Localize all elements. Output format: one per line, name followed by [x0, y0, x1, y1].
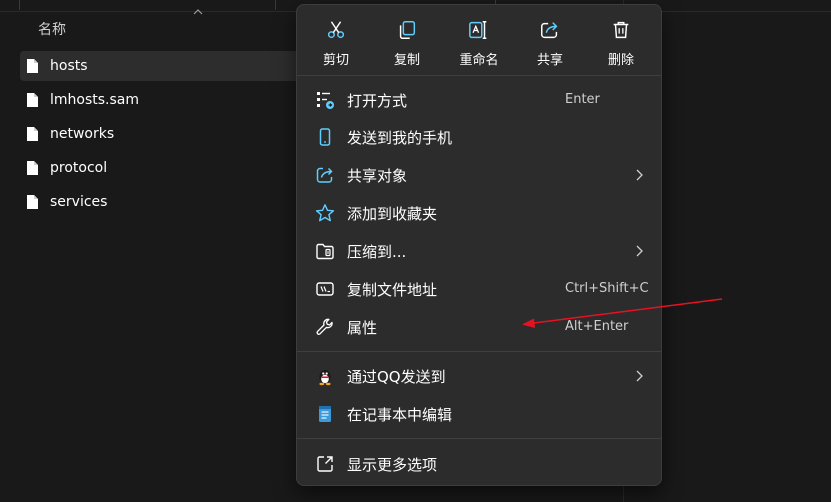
file-row-lmhosts[interactable]: lmhosts.sam	[20, 85, 310, 115]
delete-button[interactable]: 删除	[593, 15, 649, 71]
file-icon	[26, 159, 42, 177]
context-menu: 剪切 复制 重命名 共享 删除 打开方式 Enter 发送到我的手机 共享对象 …	[296, 4, 662, 486]
chevron-right-icon	[636, 169, 643, 181]
menu-item-send-to-phone[interactable]: 发送到我的手机	[301, 119, 657, 155]
share-icon	[316, 167, 333, 183]
menu-item-label: 共享对象	[347, 167, 408, 185]
file-row-networks[interactable]: networks	[20, 119, 310, 149]
menu-item-label: 打开方式	[347, 92, 408, 110]
open-with-icon	[317, 92, 334, 109]
file-icon	[26, 57, 42, 75]
sort-ascending-icon	[193, 9, 203, 15]
file-icon	[26, 125, 42, 143]
chevron-right-icon	[636, 245, 643, 257]
menu-item-shortcut: Alt+Enter	[565, 319, 629, 334]
file-name: networks	[50, 126, 115, 142]
menu-item-label: 通过QQ发送到	[347, 368, 446, 386]
file-row-services[interactable]: services	[20, 187, 310, 217]
menu-item-label: 属性	[347, 319, 378, 337]
rename-icon	[469, 21, 487, 39]
delete-label: 删除	[607, 53, 634, 68]
menu-item-copy-path[interactable]: 复制文件地址 Ctrl+Shift+C	[301, 271, 657, 307]
rename-button[interactable]: 重命名	[451, 15, 507, 71]
column-header-name[interactable]: 名称	[38, 19, 66, 39]
cut-button[interactable]: 剪切	[308, 15, 364, 71]
menu-item-shortcut: Enter	[565, 92, 600, 107]
wrench-icon	[316, 318, 333, 335]
copy-button[interactable]: 复制	[379, 15, 435, 71]
menu-item-compress-to[interactable]: 压缩到...	[301, 233, 657, 269]
menu-item-open-with[interactable]: 打开方式 Enter	[301, 82, 657, 118]
more-options-icon	[317, 456, 333, 472]
rename-label: 重命名	[459, 53, 499, 68]
notepad-icon	[319, 406, 331, 422]
quick-action-bar: 剪切 复制 重命名 共享 删除	[297, 5, 661, 75]
menu-separator	[297, 75, 661, 76]
file-name: lmhosts.sam	[50, 92, 140, 108]
qq-icon	[319, 370, 331, 386]
menu-item-properties[interactable]: 属性 Alt+Enter	[301, 309, 657, 345]
column-divider	[275, 0, 276, 10]
menu-item-more-options[interactable]: 显示更多选项	[301, 446, 657, 482]
file-row-protocol[interactable]: protocol	[20, 153, 310, 183]
menu-item-label: 发送到我的手机	[347, 129, 453, 147]
share-button[interactable]: 共享	[522, 15, 578, 71]
path-icon	[316, 282, 334, 296]
menu-item-edit-notepad[interactable]: 在记事本中编辑	[301, 396, 657, 432]
zip-folder-icon	[316, 243, 334, 260]
star-icon	[315, 204, 335, 222]
menu-item-add-favorites[interactable]: 添加到收藏夹	[301, 195, 657, 231]
share-icon	[541, 22, 558, 39]
file-name: protocol	[50, 160, 108, 176]
scissors-icon	[327, 21, 345, 39]
column-divider	[19, 0, 20, 10]
file-row-hosts[interactable]: hosts	[20, 51, 310, 81]
menu-item-label: 显示更多选项	[347, 456, 438, 474]
menu-item-label: 复制文件地址	[347, 281, 438, 299]
file-name: services	[50, 194, 108, 210]
chevron-right-icon	[636, 370, 643, 382]
file-name: hosts	[50, 58, 88, 74]
file-icon	[26, 193, 42, 211]
file-icon	[26, 91, 42, 109]
menu-item-label: 添加到收藏夹	[347, 205, 438, 223]
menu-item-label: 在记事本中编辑	[347, 406, 453, 424]
explorer-window: 名称 hosts lmhosts.sam networks protocol s…	[0, 0, 831, 502]
menu-item-send-via-qq[interactable]: 通过QQ发送到	[301, 358, 657, 394]
trash-icon	[613, 21, 629, 39]
share-label: 共享	[536, 53, 563, 68]
copy-icon	[399, 21, 416, 39]
cut-label: 剪切	[322, 53, 349, 68]
menu-separator	[297, 438, 661, 439]
menu-item-shortcut: Ctrl+Shift+C	[565, 281, 649, 296]
menu-item-label: 压缩到...	[347, 243, 407, 261]
phone-icon	[319, 128, 331, 146]
menu-item-share-with[interactable]: 共享对象	[301, 157, 657, 193]
copy-label: 复制	[393, 53, 420, 68]
menu-separator	[297, 351, 661, 352]
